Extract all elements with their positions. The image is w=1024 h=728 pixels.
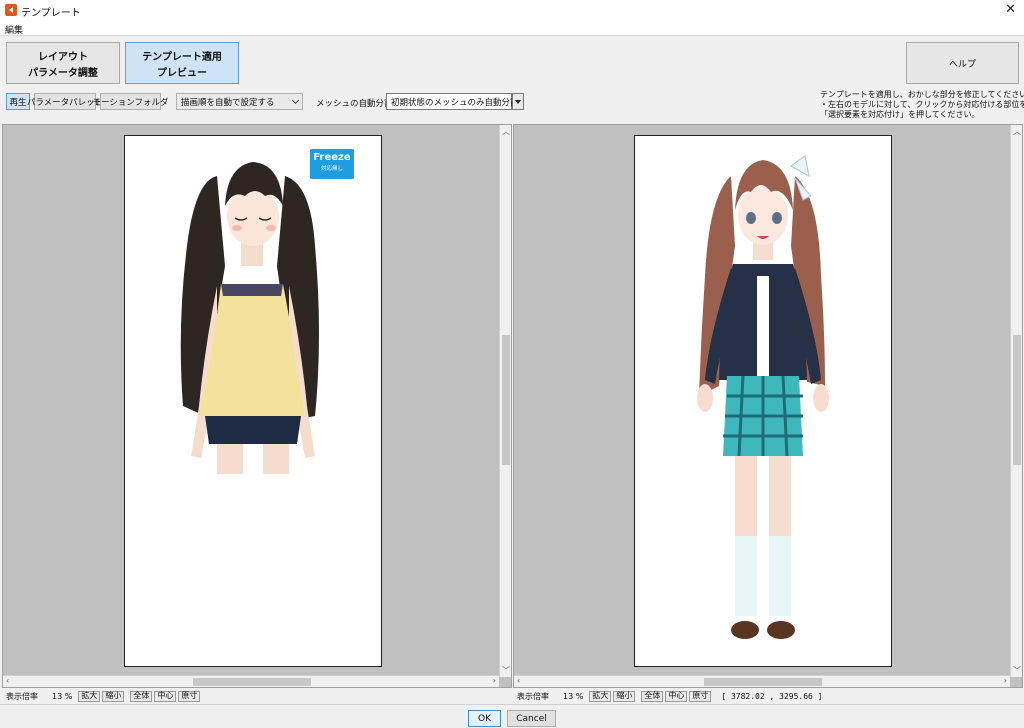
mesh-auto-split-value: 初期状態のメッシュのみ自動分割 (391, 97, 519, 108)
scroll-right-icon[interactable]: › (493, 676, 496, 685)
help-button[interactable]: ヘルプ (906, 42, 1019, 84)
scroll-left-icon[interactable]: ‹ (6, 676, 9, 685)
zoom-label: 表示倍率 (6, 691, 38, 701)
scrollbar-thumb[interactable] (193, 678, 311, 686)
center-button[interactable]: 中心 (665, 690, 688, 702)
scrollbar-thumb[interactable] (704, 678, 822, 686)
right-model-illustration (697, 155, 829, 639)
draw-order-select[interactable]: 描画順を自動で設定する (176, 93, 303, 110)
scroll-down-icon[interactable]: ﹀ (1013, 665, 1021, 676)
left-model-illustration (180, 162, 319, 474)
center-button[interactable]: 中心 (154, 690, 177, 702)
zoom-in-button[interactable]: 拡大 (78, 690, 101, 702)
layout-param-button[interactable]: レイアウト パラメータ調整 (6, 42, 120, 84)
zoom-label: 表示倍率 (517, 691, 549, 701)
instruction-line: ・左右のモデルに対して、クリックから対応付ける部位を選び、 (820, 100, 1024, 109)
window-title: テンプレート (21, 8, 81, 19)
template-apply-label: テンプレート適用 (142, 51, 222, 63)
left-vertical-scrollbar[interactable]: ︿ ﹀ (499, 125, 511, 677)
freeze-subtitle: 対応無し (320, 166, 343, 172)
mesh-auto-split-label: メッシュの自動分割 (316, 99, 393, 109)
draw-order-select-value: 描画順を自動で設定する (181, 97, 275, 108)
left-horizontal-scrollbar[interactable]: ‹ › (3, 675, 499, 687)
scrollbar-thumb[interactable] (502, 335, 510, 465)
left-status-bar: 表示倍率 13 % 拡大 縮小 全体 中心 原寸 (6, 690, 202, 702)
fit-all-button[interactable]: 全体 (130, 690, 153, 702)
title-bar: テンプレート ✕ (0, 0, 1024, 20)
right-horizontal-scrollbar[interactable]: ‹ › (514, 675, 1010, 687)
zoom-out-button[interactable]: 縮小 (613, 690, 636, 702)
menu-edit[interactable]: 編集 (5, 23, 23, 36)
freeze-title: Freeze (313, 152, 351, 163)
layout-label: レイアウト (38, 51, 88, 63)
preview-label: プレビュー (157, 67, 207, 79)
freeze-badge: Freeze 対応無し (310, 149, 354, 179)
parameter-palette-button[interactable]: パラメータパレット (27, 93, 103, 110)
right-model-viewport[interactable]: ︿ ﹀ ‹ › (513, 124, 1023, 688)
instructions: テンプレートを適用し、おかしな部分を修正してください。 ・左右のモデルに対して、… (820, 90, 1024, 120)
scroll-up-icon[interactable]: ︿ (502, 126, 510, 137)
actual-size-button[interactable]: 原寸 (178, 690, 201, 702)
param-adjust-label: パラメータ調整 (28, 67, 98, 79)
menu-bar: 編集 (0, 20, 1024, 36)
instruction-line: テンプレートを適用し、おかしな部分を修正してください。 (820, 90, 1024, 99)
scroll-left-icon[interactable]: ‹ (517, 676, 520, 685)
close-icon[interactable]: ✕ (1005, 2, 1016, 17)
template-apply-preview-button[interactable]: テンプレート適用 プレビュー (125, 42, 239, 84)
left-model-canvas[interactable]: Freeze 対応無し (124, 135, 382, 667)
fit-all-button[interactable]: 全体 (641, 690, 664, 702)
right-model-canvas[interactable] (634, 135, 892, 667)
chevron-down-icon (291, 96, 300, 105)
scroll-up-icon[interactable]: ︿ (1013, 126, 1021, 137)
zoom-value: 13 % (563, 691, 584, 701)
scroll-down-icon[interactable]: ﹀ (502, 665, 510, 676)
cancel-button[interactable]: Cancel (507, 710, 556, 727)
app-icon (5, 4, 17, 16)
zoom-out-button[interactable]: 縮小 (102, 690, 125, 702)
zoom-value: 13 % (52, 691, 73, 701)
scrollbar-thumb[interactable] (1013, 335, 1021, 465)
actual-size-button[interactable]: 原寸 (689, 690, 712, 702)
left-model-viewport[interactable]: Freeze 対応無し ︿ ﹀ ‹ › (2, 124, 512, 688)
motion-folder-button[interactable]: モーションフォルダ (92, 93, 169, 110)
ok-button[interactable]: OK (468, 710, 501, 727)
dialog-button-bar: OK Cancel (0, 704, 1024, 728)
zoom-in-button[interactable]: 拡大 (589, 690, 612, 702)
cursor-coordinates: [ 3782.02 , 3295.66 ] (721, 691, 823, 701)
mesh-auto-split-select[interactable]: 初期状態のメッシュのみ自動分割 (386, 93, 519, 110)
scroll-right-icon[interactable]: › (1004, 676, 1007, 685)
instruction-line: 「選択要素を対応付け」を押してください。 (820, 110, 980, 119)
dropdown-arrow-icon[interactable] (512, 93, 524, 110)
right-status-bar: 表示倍率 13 % 拡大 縮小 全体 中心 原寸 [ 3782.02 , 329… (517, 690, 822, 702)
right-vertical-scrollbar[interactable]: ︿ ﹀ (1010, 125, 1022, 677)
